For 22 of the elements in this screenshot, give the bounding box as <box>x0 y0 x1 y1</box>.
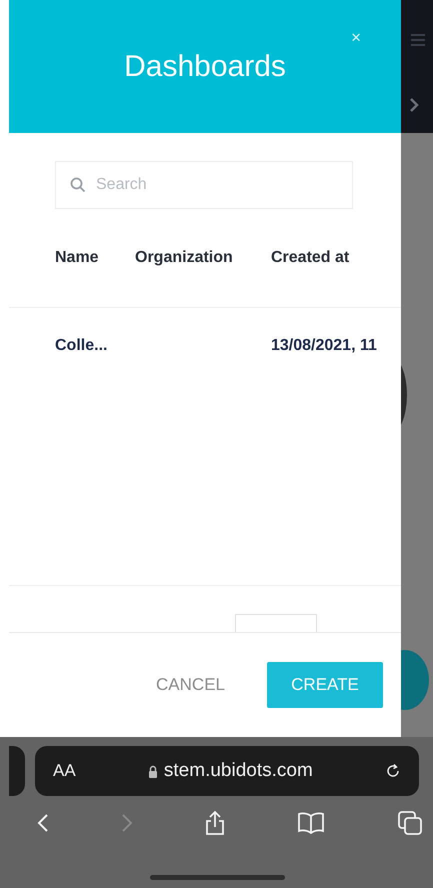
back-icon[interactable] <box>37 813 49 833</box>
column-header: Created at <box>271 249 350 267</box>
tab-stub[interactable] <box>9 746 25 796</box>
search-field[interactable]: Search <box>55 161 353 209</box>
column-header: Organization <box>135 249 234 267</box>
table-cell-text: Colle... <box>55 337 108 355</box>
lock-icon <box>148 764 158 778</box>
url-text: stem.ubidots.com <box>164 760 313 782</box>
chevron-right-icon <box>409 98 419 112</box>
create-button[interactable]: CREATE <box>267 662 383 708</box>
text-size-button[interactable]: AA <box>53 761 76 781</box>
share-icon[interactable] <box>205 810 225 836</box>
menu-icon <box>411 34 425 46</box>
tabs-icon[interactable] <box>397 810 423 836</box>
book-icon[interactable] <box>297 812 325 834</box>
column-header: Name <box>55 249 100 267</box>
reload-icon[interactable] <box>385 763 401 779</box>
dialog-title: Dashboards <box>124 50 286 84</box>
address-bar[interactable]: AA stem.ubidots.com <box>35 746 419 796</box>
close-button[interactable]: × <box>349 28 363 48</box>
cancel-button[interactable]: CANCEL <box>154 662 227 708</box>
table-cell-text: 13/08/2021, 11 <box>271 337 378 355</box>
